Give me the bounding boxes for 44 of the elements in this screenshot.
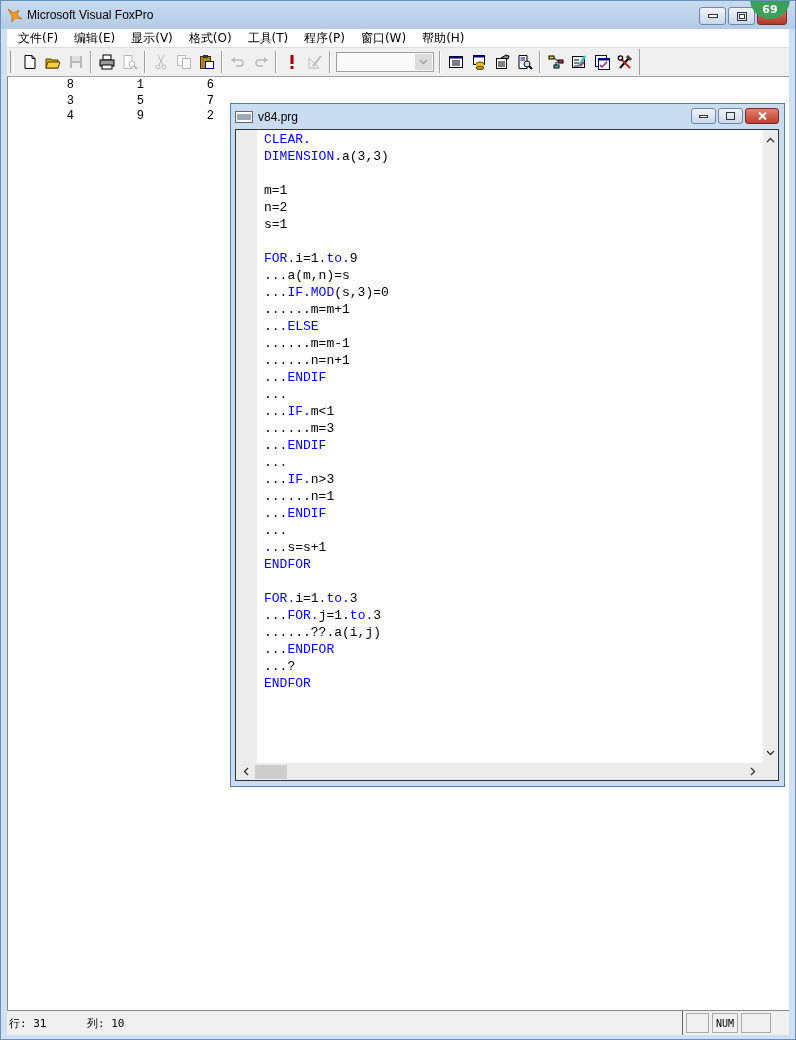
code-line: ...: [264, 522, 289, 539]
code-line: FOR.i=1.to.9: [264, 250, 359, 267]
output-value: 9: [135, 109, 145, 125]
code-line: ...: [264, 386, 289, 403]
code-line: ...: [264, 454, 289, 471]
code-line: ...a(m,n)=s: [264, 267, 351, 284]
window-title: Microsoft Visual FoxPro: [27, 8, 154, 22]
output-value: 1: [135, 78, 145, 94]
code-line: ......m=3: [264, 420, 336, 437]
code-line: n=2: [264, 199, 289, 216]
code-line: ...ENDIF: [264, 437, 328, 454]
num-lock-indicator: NUM: [711, 1013, 738, 1033]
code-line: ...ENDIF: [264, 505, 328, 522]
code-line: FOR.i=1.to.3: [264, 590, 359, 607]
code-line: ......n=n+1: [264, 352, 351, 369]
column-indicator: 列: 10: [87, 1015, 126, 1031]
output-value: 5: [135, 93, 145, 109]
code-line: ENDFOR: [264, 675, 312, 692]
code-line: ......m=m-1: [264, 335, 351, 352]
code-line: ......??.a(i,j): [264, 624, 383, 641]
code-line: ......n=1: [264, 488, 336, 505]
window-title: v84.prg: [258, 109, 299, 124]
code-line: ...ELSE: [264, 318, 320, 335]
code-line: ENDFOR: [264, 556, 312, 573]
code-line: ...FOR.j=1.to.3: [264, 607, 383, 624]
output-value: 4: [65, 109, 75, 125]
code-line: ...IF.MOD(s,3)=0: [264, 284, 390, 301]
code-line: ...IF.n>3: [264, 471, 336, 488]
code-line: ......m=m+1: [264, 301, 351, 318]
code-line: ...ENDFOR: [264, 641, 336, 658]
output-value: 6: [205, 78, 215, 94]
code-line: ...?: [264, 658, 297, 675]
row-indicator: 行: 31: [8, 1015, 48, 1031]
code-line: CLEAR.: [264, 131, 312, 148]
code-line: s=1: [264, 216, 289, 233]
output-value: 7: [205, 93, 215, 109]
code-line: m=1: [264, 182, 289, 199]
output-value: 3: [65, 93, 75, 109]
code-line: DIMENSION.a(3,3): [264, 148, 390, 165]
output-value: 2: [205, 109, 215, 125]
output-value: 8: [65, 78, 75, 94]
code-line: ...ENDIF: [264, 369, 328, 386]
code-line: ...s=s+1: [264, 539, 328, 556]
code-line: ...IF.m<1: [264, 403, 336, 420]
